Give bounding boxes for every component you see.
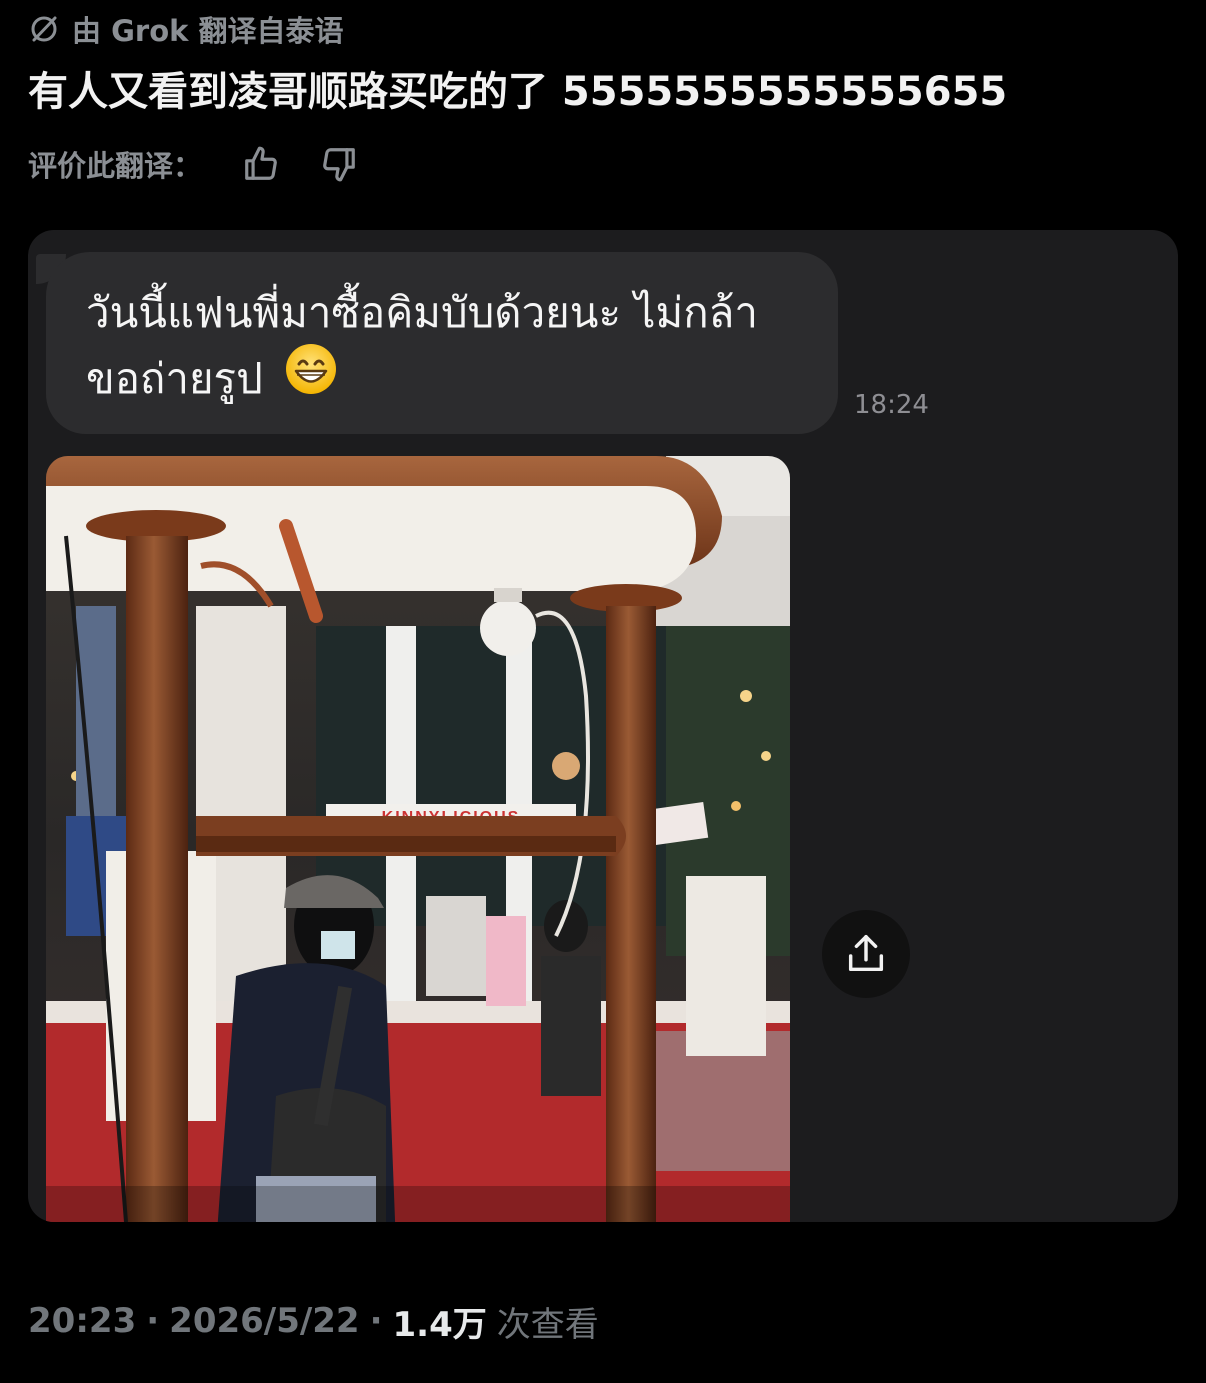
chat-message-line-1: วันนี้แฟนพี่มาซื้อคิมบับด้วยนะ ไม่กล้า: [86, 288, 758, 337]
post-date[interactable]: 2026/5/22: [169, 1301, 359, 1341]
grinning-face-icon: [284, 342, 338, 415]
message-time: 18:24: [854, 390, 929, 420]
share-icon: [848, 935, 884, 972]
rate-translation-label: 评价此翻译：: [28, 149, 203, 183]
post-time[interactable]: 20:23: [28, 1301, 136, 1341]
media-card[interactable]: วันนี้แฟนพี่มาซื้อคิมบับด้วยนะ ไม่กล้า ข…: [28, 230, 1178, 1222]
separator: ·: [146, 1301, 160, 1341]
thumbs-down-button[interactable]: [320, 145, 358, 183]
views-label: 次查看: [496, 1304, 599, 1345]
share-button[interactable]: [822, 910, 910, 998]
post-metadata: 20:23 · 2026/5/22 · 1.4万 次查看: [28, 1296, 599, 1346]
rate-translation-row: 评价此翻译：: [28, 140, 358, 188]
chat-message-line-2: ขอถ่ายรูป: [86, 354, 263, 403]
chat-message: วันนี้แฟนพี่มาซื้อคิมบับด้วยนะ ไม่กล้า ข…: [86, 280, 816, 415]
chat-bubble: วันนี้แฟนพี่มาซื้อคิมบับด้วยนะ ไม่กล้า ข…: [46, 252, 838, 434]
thumbs-up-icon: [245, 146, 277, 180]
thumbs-up-button[interactable]: [242, 145, 280, 183]
translation-source-label: 由 Grok 翻译自泰语: [72, 14, 344, 48]
separator: ·: [369, 1301, 383, 1341]
thumbs-down-icon: [323, 148, 355, 182]
views-count[interactable]: 1.4万: [393, 1297, 487, 1346]
translation-header: 由 Grok 翻译自泰语: [28, 8, 344, 50]
post-text: 有人又看到凌哥顺路买吃的了 5555555555555655: [28, 69, 1008, 115]
chat-photo[interactable]: KINNYLICIOUS: [46, 456, 790, 1222]
grok-icon: [28, 13, 60, 45]
